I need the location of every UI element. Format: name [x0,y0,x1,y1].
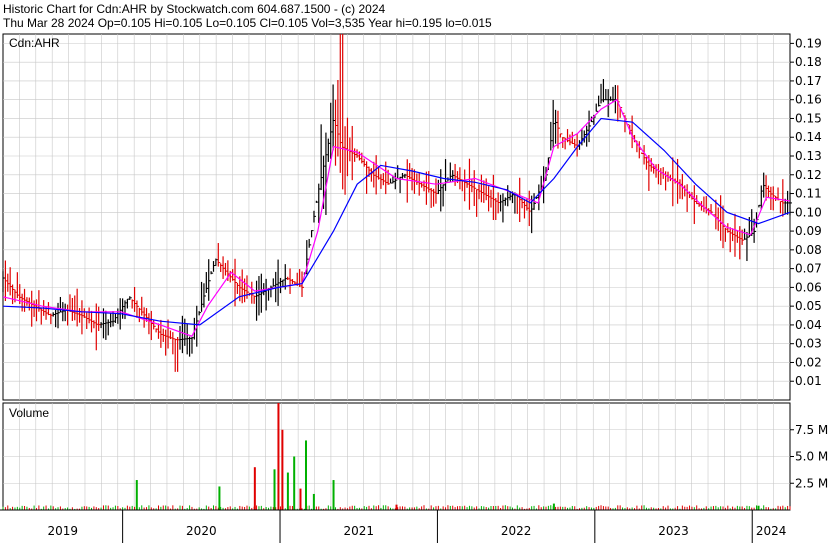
volume-tick-label: 7.5 M [795,423,828,437]
volume-spike-bar [218,486,221,510]
volume-spike-bar [299,488,302,510]
year-label: 2023 [658,524,689,538]
volume-spike-bar [395,504,398,510]
price-tick-label: 0.07 [795,262,822,276]
price-tick-label: 0.11 [795,187,822,201]
price-tick-label: 0.10 [795,205,822,219]
volume-spike-bar [293,456,296,510]
year-label: 2019 [48,524,79,538]
price-tick-label: 0.09 [795,224,822,238]
volume-spike-bar [304,440,307,510]
volume-spike-bar [273,469,276,510]
price-tick-label: 0.18 [795,55,822,69]
price-tick-label: 0.06 [795,280,822,294]
price-tick-label: 0.05 [795,299,822,313]
volume-spike-bar [281,429,284,510]
price-tick-label: 0.17 [795,74,822,88]
volume-spike-bar [332,480,335,510]
price-tick-label: 0.02 [795,355,822,369]
chart-frame: Historic Chart for Cdn:AHR by Stockwatch… [0,0,830,543]
price-panel-title: Cdn:AHR [9,36,60,50]
year-label: 2024 [756,524,787,538]
volume-spike-bar [135,480,138,510]
price-tick-label: 0.13 [795,149,822,163]
volume-spike-bar [277,403,280,510]
volume-spike-bar [552,503,555,510]
price-tick-label: 0.03 [795,337,822,351]
volume-tick-label: 5.0 M [795,450,828,464]
price-tick-label: 0.08 [795,243,822,257]
stock-chart: 0.19 0.18 0.17 0.16 0.15 0.14 0.13 0.12 0.11 0.10… [0,33,828,543]
volume-spike-bar [312,493,315,510]
price-tick-label: 0.19 [795,36,822,50]
year-label: 2021 [343,524,374,538]
price-tick-label: 0.04 [795,318,822,332]
year-label: 2022 [501,524,532,538]
price-tick-label: 0.12 [795,168,822,182]
volume-spike-bar [757,505,760,510]
year-label: 2020 [186,524,217,538]
price-tick-label: 0.15 [795,111,822,125]
volume-spike-bar [286,472,289,510]
volume-spike-bar [253,467,256,510]
price-tick-label: 0.01 [795,374,822,388]
volume-tick-label: 2.5 M [795,476,828,490]
volume-panel-title: Volume [9,406,49,420]
price-tick-label: 0.14 [795,130,822,144]
price-tick-label: 0.16 [795,93,822,107]
